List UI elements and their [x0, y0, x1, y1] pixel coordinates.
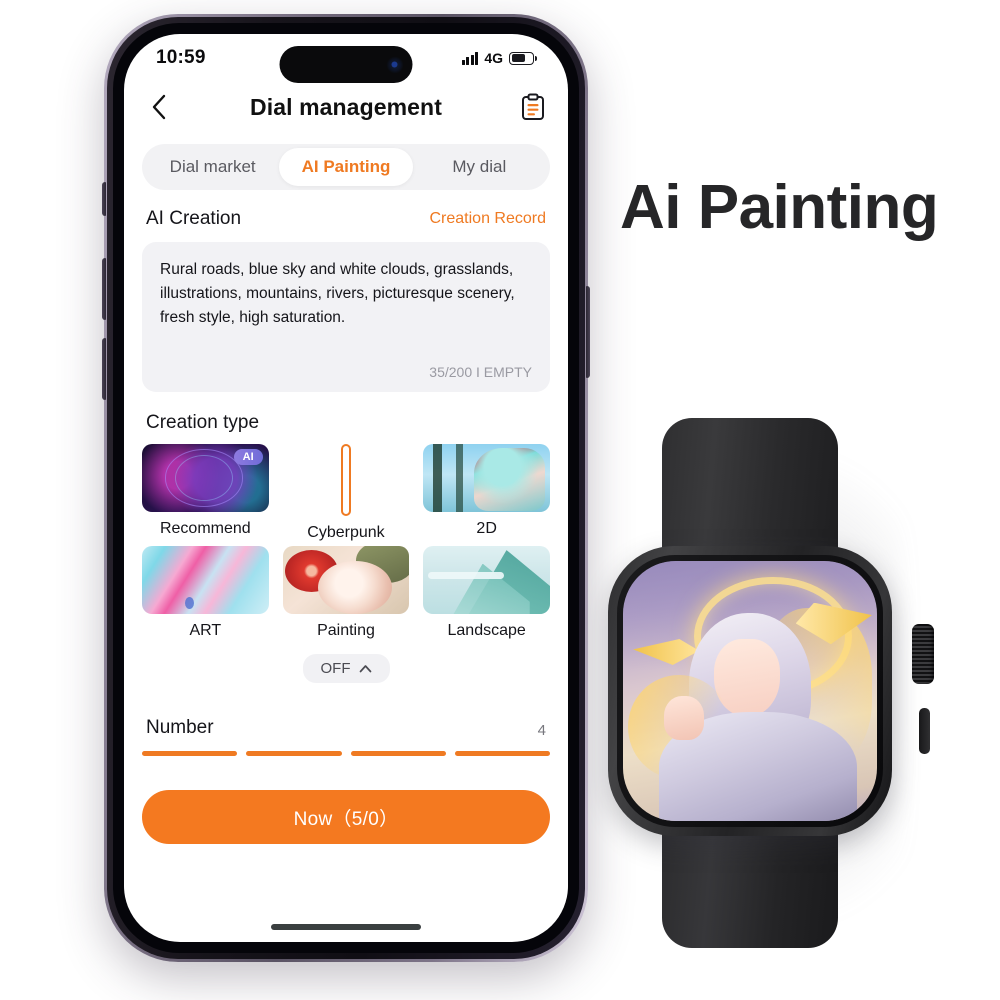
creation-type-art[interactable]: ART — [142, 546, 269, 640]
number-row: Number 4 — [146, 717, 546, 739]
creation-type-label: ART — [189, 622, 222, 639]
tab-dial-market[interactable]: Dial market — [146, 148, 279, 186]
signal-bars-icon — [461, 51, 479, 65]
off-toggle-button[interactable]: OFF — [302, 654, 390, 683]
watch-case-inner — [617, 555, 883, 827]
number-value: 4 — [537, 722, 546, 739]
landscape-thumbnail — [423, 546, 550, 614]
volume-down-button[interactable] — [102, 338, 106, 400]
watch-face[interactable] — [623, 561, 877, 821]
prompt-text: Rural roads, blue sky and white clouds, … — [160, 261, 515, 327]
watch-side-button[interactable] — [919, 708, 930, 754]
number-label: Number — [146, 717, 214, 738]
poster-canvas: 10:59 4G Dial management Dial market AI … — [0, 0, 1000, 1000]
front-camera-icon — [386, 56, 404, 73]
creation-type-label: Painting — [317, 622, 375, 639]
creation-type-label: 2D — [476, 520, 497, 537]
painting-thumbnail — [282, 546, 410, 614]
creation-record-link[interactable]: Creation Record — [430, 210, 547, 228]
cta-wrap: Now（5/0） — [142, 790, 550, 844]
smartwatch-mockup — [600, 418, 934, 948]
chevron-up-icon — [359, 660, 372, 677]
segmented-tabs: Dial market AI Painting My dial — [142, 144, 550, 190]
number-stepper[interactable] — [142, 751, 550, 756]
silent-switch[interactable] — [102, 182, 106, 216]
creation-type-2d[interactable]: 2D — [423, 444, 550, 542]
creation-type-recommend[interactable]: AI Recommend — [142, 444, 269, 542]
creation-type-title: Creation type — [146, 412, 260, 433]
phone-screen: 10:59 4G Dial management Dial market AI … — [124, 34, 568, 942]
ai-creation-header: AI Creation Creation Record — [146, 208, 546, 230]
phone-mockup: 10:59 4G Dial management Dial market AI … — [102, 14, 590, 962]
collapse-row: OFF — [124, 654, 568, 683]
art-thumbnail — [142, 546, 269, 614]
ai-badge: AI — [233, 449, 263, 465]
creation-type-cyberpunk[interactable]: Cyberpunk — [283, 444, 410, 542]
app-navigation-bar: Dial management — [124, 82, 568, 132]
status-bar: 10:59 4G — [124, 34, 568, 83]
number-segment[interactable] — [454, 751, 550, 756]
ai-creation-title: AI Creation — [146, 208, 242, 229]
number-segment[interactable] — [350, 751, 446, 756]
home-indicator[interactable] — [271, 924, 421, 930]
creation-type-painting[interactable]: Painting — [282, 546, 410, 640]
watch-case — [608, 546, 892, 836]
tab-my-dial[interactable]: My dial — [413, 148, 546, 186]
status-clock: 10:59 — [156, 47, 206, 68]
status-indicators: 4G — [461, 50, 537, 66]
recommend-thumbnail: AI — [142, 444, 269, 512]
digital-crown[interactable] — [912, 624, 934, 684]
selected-outline — [340, 444, 351, 516]
generate-now-button[interactable]: Now（5/0） — [142, 790, 550, 844]
volume-up-button[interactable] — [102, 258, 106, 320]
number-segment[interactable] — [246, 751, 342, 756]
page-title: Dial management — [250, 93, 442, 120]
clipboard-icon[interactable] — [520, 93, 546, 121]
creation-type-label: Landscape — [447, 622, 526, 639]
twod-thumbnail — [423, 444, 550, 512]
network-type-label: 4G — [484, 50, 503, 66]
tab-ai-painting[interactable]: AI Painting — [279, 148, 413, 186]
creation-type-label: Recommend — [159, 520, 251, 537]
character-counter: 35/200 I EMPTY — [429, 364, 532, 380]
off-toggle-label: OFF — [320, 660, 351, 677]
prompt-input[interactable]: Rural roads, blue sky and white clouds, … — [142, 242, 550, 392]
creation-type-label: Cyberpunk — [307, 524, 385, 541]
number-segment[interactable] — [142, 751, 238, 756]
power-button[interactable] — [586, 286, 590, 378]
poster-headline: Ai Painting — [620, 173, 939, 242]
battery-icon — [509, 51, 537, 65]
dynamic-island — [279, 46, 413, 83]
creation-type-landscape[interactable]: Landscape — [423, 546, 550, 640]
creation-type-grid: AI Recommend Cyberpunk 2D ART Painting L… — [142, 444, 550, 640]
